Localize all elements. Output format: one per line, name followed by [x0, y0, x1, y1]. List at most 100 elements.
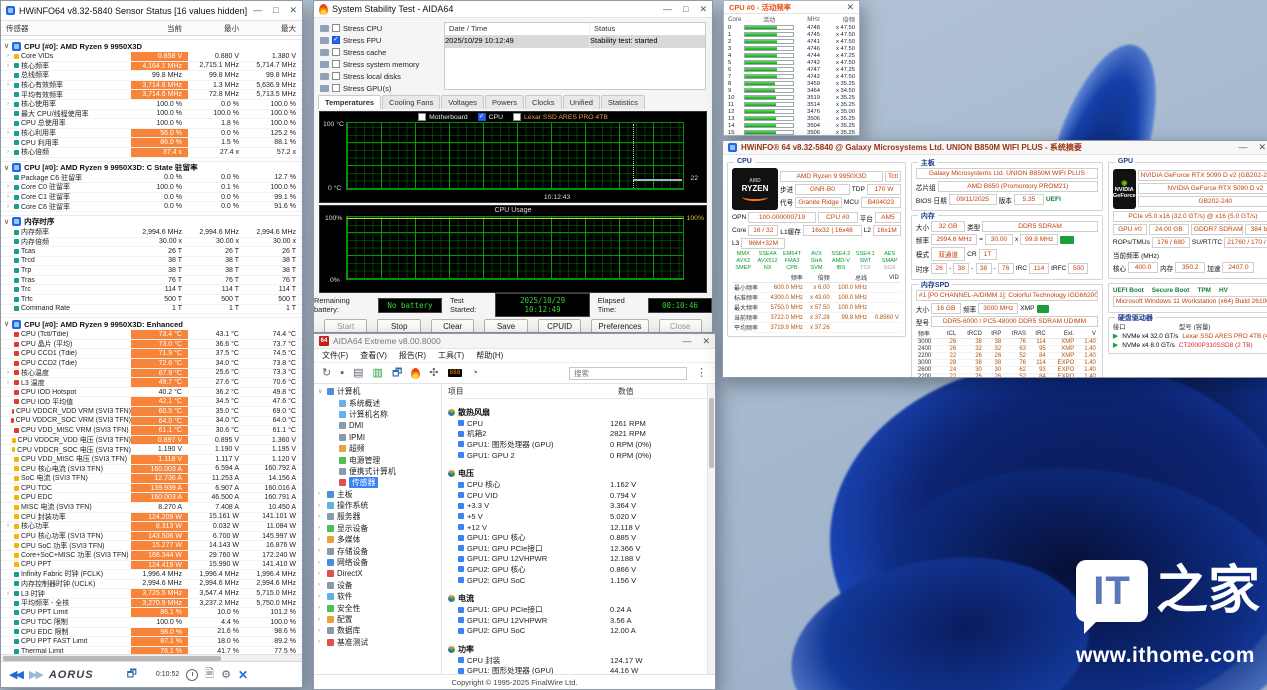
legend-checkbox[interactable]	[478, 113, 486, 121]
list-row[interactable]: GPU1: GPU 12VHPWR3.56 A	[448, 615, 715, 626]
list-row[interactable]: CPU VID0.794 V	[448, 490, 715, 501]
legend-item[interactable]: Lexar SSD ARES PRO 4TB	[513, 113, 608, 121]
sidebar-item[interactable]: 便携式计算机	[314, 466, 441, 477]
lcd-icon[interactable]: 888	[448, 369, 463, 377]
sidebar-item[interactable]: ∨计算机	[314, 386, 441, 397]
checkbox[interactable]	[332, 60, 340, 68]
maximize-icon[interactable]: □	[683, 5, 688, 14]
refresh-icon[interactable]: ↻	[322, 368, 331, 379]
sidebar-item[interactable]: 传感器	[314, 477, 441, 488]
minimize-icon[interactable]: —	[682, 337, 691, 346]
tab-voltages[interactable]: Voltages	[441, 95, 484, 109]
stop-button[interactable]: Stop	[377, 319, 420, 333]
stress-checkbox-row[interactable]: Stress system memory	[320, 58, 438, 70]
sidebar-item[interactable]: ›多媒体	[314, 534, 441, 545]
drive-row[interactable]: ▶NVMe x4 8.0 GT/sCT2000P310SSD8 (2 TB)	[1113, 341, 1267, 349]
checkbox[interactable]	[332, 72, 340, 80]
stability-log[interactable]: Date / Time Status 2025/10/29 10:12:49 S…	[444, 22, 706, 90]
sensor-row[interactable]: 平均频率 - 全核3,270.9 MHz3,237.2 MHz5,750.0 M…	[1, 599, 302, 609]
sidebar-item[interactable]: ›网络设备	[314, 557, 441, 568]
checkbox[interactable]	[332, 48, 340, 56]
sensor-row[interactable]: 内存倍频30.00 x30.00 x30.00 x	[1, 238, 302, 248]
legend-item[interactable]: Motherboard	[418, 113, 468, 121]
tab-temperatures[interactable]: Temperatures	[318, 95, 381, 109]
minimize-icon[interactable]: —	[1238, 143, 1247, 152]
aida-titlebar[interactable]: 64 AIDA64 Extreme v8.00.8000 — ✕	[314, 334, 715, 349]
sensor-row[interactable]: Trp38 T38 T38 T	[1, 266, 302, 276]
sensor-row[interactable]: Tcas26 T26 T26 T	[1, 247, 302, 257]
sidebar-item[interactable]: ›存储设备	[314, 545, 441, 556]
sidebar-item[interactable]: IPMI	[314, 432, 441, 443]
checkbox[interactable]	[332, 24, 340, 32]
stress-checkbox-row[interactable]: Stress FPU	[320, 34, 438, 46]
more-menu-icon[interactable]: ⋮	[696, 368, 707, 379]
tab-clocks[interactable]: Clocks	[525, 95, 562, 109]
back-arrows-icon[interactable]: ◀◀	[9, 668, 22, 681]
menu-h[interactable]: 帮助(H)	[476, 350, 503, 361]
sensor-row[interactable]: CPU 晶片 (平均)73.0 °C36.6 °C73.7 °C	[1, 340, 302, 350]
list-row[interactable]: GPU1: GPU 核心0.885 V	[448, 532, 715, 543]
sensor-section-header[interactable]: ∨CPU [#0]: AMD Ryzen 9 9950X3D	[1, 39, 302, 52]
drive-row[interactable]: ▶NVMe x4 32.0 GT/sLexar SSD ARES PRO 4TB…	[1113, 332, 1267, 340]
list-row[interactable]: GPU2: GPU 核心0.866 V	[448, 564, 715, 575]
sensor-row[interactable]: CPU CCD1 (Tdie)71.9 °C37.5 °C74.5 °C	[1, 349, 302, 359]
sensor-row[interactable]: CPU VDDCR_SOC VRM (SVI3 TFN)64.0 °C34.0 …	[1, 417, 302, 427]
cpu-icon[interactable]: ▤	[353, 368, 363, 379]
tab-powers[interactable]: Powers	[485, 95, 524, 109]
sidebar-item[interactable]: DMI	[314, 420, 441, 431]
sensor-row[interactable]: Trc114 T114 T114 T	[1, 285, 302, 295]
sensor-row[interactable]: CPU VDDCR_VDD VRM (SVI3 TFN)60.5 °C35.0 …	[1, 407, 302, 417]
sensor-row[interactable]: CPU EDC 限制98.0 %21.6 %98.6 %	[1, 628, 302, 638]
horizontal-scrollbar[interactable]	[1, 654, 303, 661]
sensor-section-header[interactable]: ∨CPU [#0]: AMD Ryzen 9 9950X3D: Enhanced	[1, 317, 302, 330]
menu-v[interactable]: 查看(V)	[360, 350, 387, 361]
sensor-row[interactable]: Core+SoC+MISC 功率 (SVI3 TFN)168.344 W29.7…	[1, 551, 302, 561]
sensor-row[interactable]: Trcd38 T38 T38 T	[1, 257, 302, 267]
checkbox[interactable]	[332, 36, 340, 44]
sensor-row[interactable]: CPU IOD 平均值42.1 °C34.5 °C47.6 °C	[1, 397, 302, 407]
sensor-row[interactable]: ›Core C6 驻留率0.0 %0.0 %91.6 %	[1, 202, 302, 212]
memory-icon[interactable]: ▥	[373, 368, 383, 379]
list-row[interactable]: GPU1: GPU PCIe接口12.366 V	[448, 543, 715, 554]
list-row[interactable]: CPU1261 RPM	[448, 418, 715, 429]
menu-f[interactable]: 文件(F)	[322, 350, 348, 361]
sensor-row[interactable]: CPU TDC139.939 A6.907 A160.016 A	[1, 484, 302, 494]
sidebar-item[interactable]: ›安全性	[314, 602, 441, 613]
sidebar-item[interactable]: ›主板	[314, 489, 441, 500]
close-icon[interactable]: ✕	[846, 3, 854, 12]
stress-checkbox-row[interactable]: Stress local disks	[320, 70, 438, 82]
start-button[interactable]: Start	[324, 319, 367, 333]
settings-gear-icon[interactable]: ⚙	[221, 668, 231, 681]
list-row[interactable]: GPU1: 图形处理器 (GPU)0 RPM (0%)	[448, 439, 715, 450]
monitor-swap-icon[interactable]: 🗗	[127, 665, 137, 684]
close-icon[interactable]: ✕	[702, 337, 710, 346]
sidebar-item[interactable]: 系统概述	[314, 397, 441, 408]
sidebar-item[interactable]: ›服务器	[314, 511, 441, 522]
close-icon[interactable]: ✕	[699, 5, 707, 14]
sensor-row[interactable]: Command Rate1 T1 T1 T	[1, 305, 302, 315]
sidebar-item[interactable]: ›数据库	[314, 625, 441, 636]
stress-checkbox-row[interactable]: Stress cache	[320, 46, 438, 58]
list-row[interactable]: GPU1: GPU PCIe接口0.24 A	[448, 604, 715, 615]
sensor-row[interactable]: SoC 电流 (SVI3 TFN)12.736 A11.253 A14.156 …	[1, 474, 302, 484]
sensor-row[interactable]: ›核心倍频37.4 x27.4 x57.2 x	[1, 148, 302, 158]
summary-titlebar[interactable]: HWiNFO® 64 v8.32-5840 @ Galaxy Microsyst…	[723, 141, 1267, 155]
legend-item[interactable]: CPU	[478, 113, 503, 121]
stress-flame-icon[interactable]	[411, 368, 420, 379]
sensor-row[interactable]: ›L3 温度49.7 °C27.6 °C70.6 °C	[1, 378, 302, 388]
close-icon[interactable]: ✕	[289, 6, 297, 15]
clear-button[interactable]: Clear	[431, 319, 474, 333]
uptime-icon[interactable]: ◔	[471, 368, 478, 379]
list-row[interactable]: +12 V12.118 V	[448, 522, 715, 533]
close-icon[interactable]: ✕	[1258, 143, 1266, 152]
coreclk-titlebar[interactable]: CPU #0 - 活动频率 ✕	[724, 1, 859, 14]
sidebar-item[interactable]: ›显示设备	[314, 523, 441, 534]
legend-checkbox[interactable]	[513, 113, 521, 121]
preferences-button[interactable]: Preferences	[591, 319, 648, 333]
menu-r[interactable]: 报告(R)	[399, 350, 426, 361]
list-row[interactable]: +3.3 V3.364 V	[448, 501, 715, 512]
sensor-row[interactable]: Tras76 T76 T76 T	[1, 276, 302, 286]
cpuid-button[interactable]: CPUID	[538, 319, 581, 333]
report-icon[interactable]: 🗎	[205, 665, 214, 684]
list-row[interactable]: GPU1: 图形处理器 (GPU)44.16 W	[448, 666, 715, 674]
